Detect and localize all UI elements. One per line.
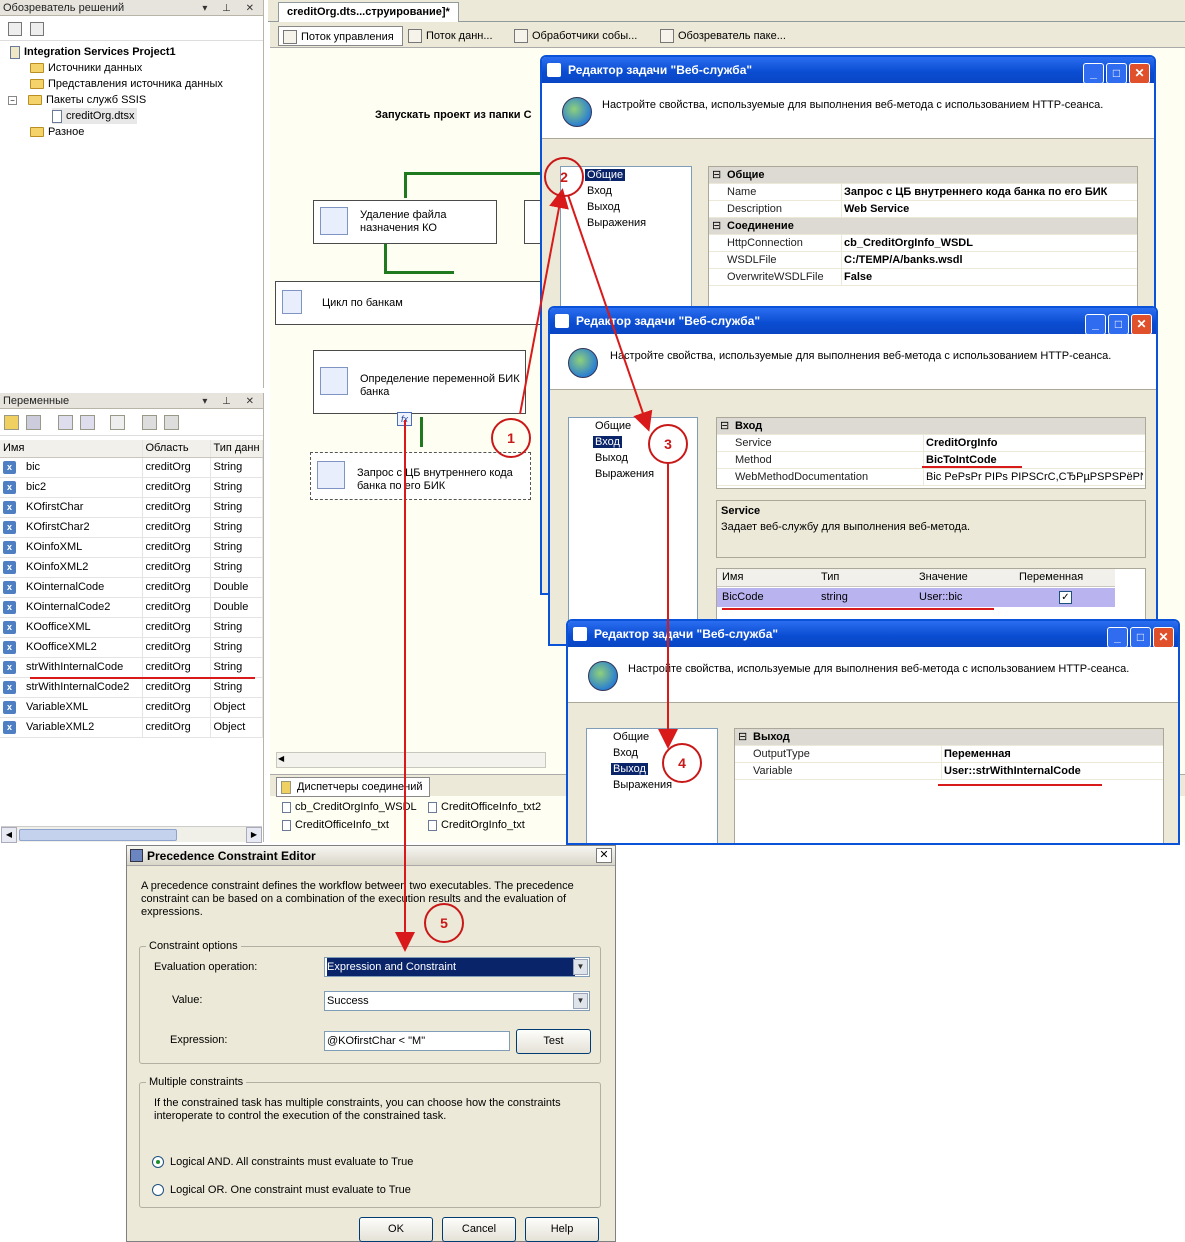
arrow-2-to-3 [567, 194, 653, 432]
annotation-circle-4: 4 [662, 743, 702, 783]
arrow-1-to-2 [519, 188, 569, 415]
annotation-circle-5: 5 [424, 903, 464, 943]
annotation-circle-1: 1 [491, 418, 531, 458]
annotation-circle-3: 3 [648, 424, 688, 464]
annotation-arrows [395, 188, 678, 952]
annotation-circle-2: 2 [544, 157, 584, 197]
